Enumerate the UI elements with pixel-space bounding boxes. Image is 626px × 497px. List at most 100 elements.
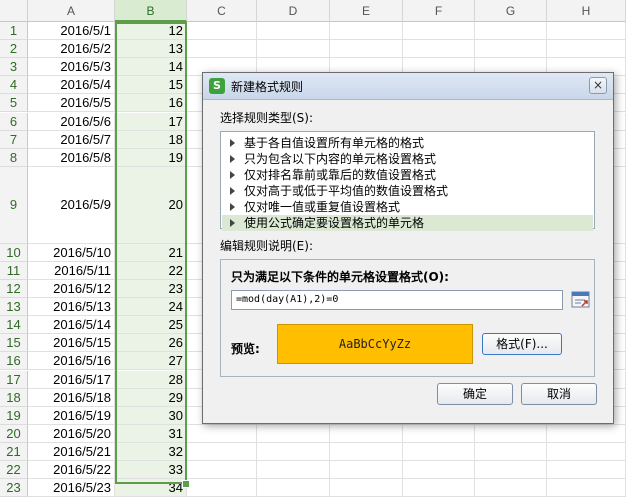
empty-cell[interactable]: [403, 442, 475, 461]
empty-cell[interactable]: [403, 40, 475, 59]
row-header[interactable]: 2: [0, 40, 28, 59]
select-all-corner[interactable]: [0, 0, 28, 22]
row-header[interactable]: 14: [0, 316, 28, 335]
empty-cell[interactable]: [330, 479, 403, 497]
value-cell[interactable]: 32: [115, 442, 187, 461]
empty-cell[interactable]: [330, 461, 403, 480]
rule-type-item[interactable]: 只为包含以下内容的单元格设置格式: [222, 151, 593, 167]
empty-cell[interactable]: [187, 461, 257, 480]
row-header[interactable]: 22: [0, 461, 28, 480]
date-cell[interactable]: 2016/5/20: [28, 424, 115, 443]
row-header[interactable]: 4: [0, 76, 28, 95]
ok-button[interactable]: 确定: [437, 383, 513, 405]
value-cell[interactable]: 15: [115, 76, 187, 95]
value-cell[interactable]: 25: [115, 316, 187, 335]
row-header[interactable]: 12: [0, 280, 28, 299]
date-cell[interactable]: 2016/5/7: [28, 130, 115, 149]
row-header[interactable]: 7: [0, 130, 28, 149]
value-cell[interactable]: 28: [115, 370, 187, 389]
empty-cell[interactable]: [403, 461, 475, 480]
row-header[interactable]: 3: [0, 58, 28, 77]
column-header-e[interactable]: E: [330, 0, 403, 22]
value-cell[interactable]: 29: [115, 388, 187, 407]
empty-cell[interactable]: [547, 442, 626, 461]
date-cell[interactable]: 2016/5/8: [28, 148, 115, 167]
empty-cell[interactable]: [403, 22, 475, 41]
date-cell[interactable]: 2016/5/13: [28, 298, 115, 317]
dialog-titlebar[interactable]: S 新建格式规则 ×: [203, 73, 613, 100]
close-button[interactable]: ×: [589, 77, 607, 94]
empty-cell[interactable]: [187, 442, 257, 461]
value-cell[interactable]: 16: [115, 94, 187, 113]
date-cell[interactable]: 2016/5/3: [28, 58, 115, 77]
row-header[interactable]: 18: [0, 388, 28, 407]
date-cell[interactable]: 2016/5/16: [28, 352, 115, 371]
empty-cell[interactable]: [257, 442, 330, 461]
rule-type-item[interactable]: 仅对唯一值或重复值设置格式: [222, 199, 593, 215]
column-header-f[interactable]: F: [403, 0, 475, 22]
row-header[interactable]: 13: [0, 298, 28, 317]
date-cell[interactable]: 2016/5/11: [28, 261, 115, 280]
empty-cell[interactable]: [475, 22, 547, 41]
empty-cell[interactable]: [547, 479, 626, 497]
value-cell[interactable]: 33: [115, 461, 187, 480]
value-cell[interactable]: 22: [115, 261, 187, 280]
value-cell[interactable]: 26: [115, 334, 187, 353]
value-cell[interactable]: 12: [115, 22, 187, 41]
row-header[interactable]: 10: [0, 243, 28, 262]
format-button[interactable]: 格式(F)...: [482, 333, 562, 355]
row-header[interactable]: 15: [0, 334, 28, 353]
empty-cell[interactable]: [330, 40, 403, 59]
rule-type-item[interactable]: 基于各自值设置所有单元格的格式: [222, 135, 593, 151]
empty-cell[interactable]: [547, 22, 626, 41]
column-header-c[interactable]: C: [187, 0, 257, 22]
empty-cell[interactable]: [257, 479, 330, 497]
row-header[interactable]: 9: [0, 166, 28, 244]
value-cell[interactable]: 20: [115, 166, 187, 244]
fill-handle[interactable]: [182, 480, 190, 488]
value-cell[interactable]: 34: [115, 479, 187, 497]
date-cell[interactable]: 2016/5/19: [28, 406, 115, 425]
value-cell[interactable]: 14: [115, 58, 187, 77]
empty-cell[interactable]: [547, 461, 626, 480]
date-cell[interactable]: 2016/5/10: [28, 243, 115, 262]
column-header-a[interactable]: A: [28, 0, 115, 22]
value-cell[interactable]: 27: [115, 352, 187, 371]
date-cell[interactable]: 2016/5/9: [28, 166, 115, 244]
empty-cell[interactable]: [547, 40, 626, 59]
empty-cell[interactable]: [475, 424, 547, 443]
value-cell[interactable]: 19: [115, 148, 187, 167]
column-header-g[interactable]: G: [475, 0, 547, 22]
empty-cell[interactable]: [330, 424, 403, 443]
date-cell[interactable]: 2016/5/12: [28, 280, 115, 299]
empty-cell[interactable]: [330, 22, 403, 41]
column-header-h[interactable]: H: [547, 0, 626, 22]
column-header-b[interactable]: B: [115, 0, 187, 22]
row-header[interactable]: 5: [0, 94, 28, 113]
value-cell[interactable]: 13: [115, 40, 187, 59]
row-header[interactable]: 19: [0, 406, 28, 425]
date-cell[interactable]: 2016/5/1: [28, 22, 115, 41]
rule-type-item[interactable]: 仅对高于或低于平均值的数值设置格式: [222, 183, 593, 199]
row-header[interactable]: 23: [0, 479, 28, 497]
empty-cell[interactable]: [257, 424, 330, 443]
empty-cell[interactable]: [187, 424, 257, 443]
empty-cell[interactable]: [187, 479, 257, 497]
date-cell[interactable]: 2016/5/5: [28, 94, 115, 113]
collapse-dialog-icon[interactable]: [571, 290, 591, 310]
empty-cell[interactable]: [257, 40, 330, 59]
empty-cell[interactable]: [187, 40, 257, 59]
empty-cell[interactable]: [257, 22, 330, 41]
empty-cell[interactable]: [547, 424, 626, 443]
formula-input[interactable]: =mod(day(A1),2)=0: [231, 290, 563, 310]
row-header[interactable]: 6: [0, 112, 28, 131]
rule-type-item[interactable]: 使用公式确定要设置格式的单元格: [222, 215, 593, 231]
rule-type-list[interactable]: 基于各自值设置所有单元格的格式 只为包含以下内容的单元格设置格式 仅对排名靠前或靠后…: [220, 131, 595, 231]
empty-cell[interactable]: [475, 461, 547, 480]
date-cell[interactable]: 2016/5/6: [28, 112, 115, 131]
date-cell[interactable]: 2016/5/21: [28, 442, 115, 461]
value-cell[interactable]: 21: [115, 243, 187, 262]
empty-cell[interactable]: [403, 424, 475, 443]
value-cell[interactable]: 17: [115, 112, 187, 131]
empty-cell[interactable]: [403, 479, 475, 497]
